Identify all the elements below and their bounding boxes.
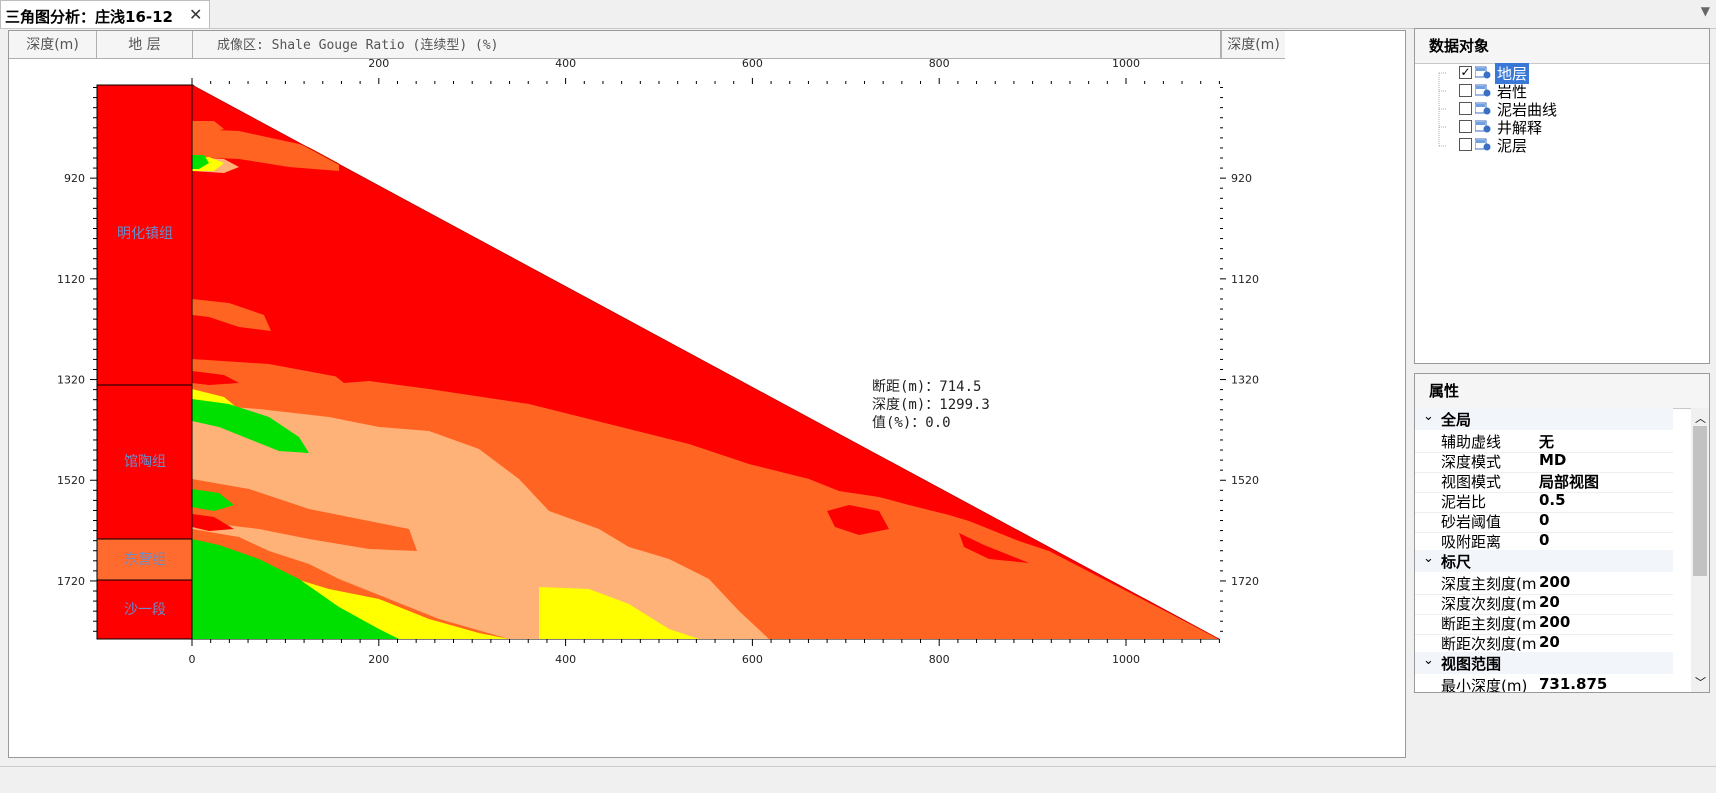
readout-value: 值(%)：0.0 bbox=[872, 415, 951, 431]
x-top-tick-label: 400 bbox=[555, 59, 576, 70]
layer-icon bbox=[1475, 120, 1491, 133]
chevron-down-icon[interactable]: ▼ bbox=[1701, 4, 1710, 18]
properties-panel: 属性 ⌄ 全局 辅助虚线无 深度模式 MD 视图模式 局部视图 泥岩比 0.5 砂岩阈值… bbox=[1414, 373, 1710, 693]
x-top-tick-label: 800 bbox=[929, 59, 950, 70]
section-view-range[interactable]: ⌄ 视图范围 bbox=[1415, 652, 1673, 674]
depth-right-tick-label: 1520 bbox=[1231, 474, 1259, 487]
checkbox-nice[interactable] bbox=[1459, 138, 1472, 151]
scroll-down-icon[interactable]: ﹀ bbox=[1695, 674, 1706, 690]
x-bottom-tick-label: 1000 bbox=[1112, 653, 1140, 666]
stratum-label-dongying: 东营组 bbox=[124, 552, 166, 568]
depth-right-header: 深度(m) bbox=[1221, 31, 1285, 59]
document-tab[interactable]: 三角图分析：庄浅16-12 ✕ bbox=[0, 0, 210, 28]
data-objects-panel: 数据对象 ✓ 地层 岩性 泥岩曲线 井解释 泥层 bbox=[1414, 28, 1710, 364]
layer-icon bbox=[1475, 66, 1491, 79]
tab-title: 三角图分析：庄浅16-12 bbox=[5, 8, 173, 26]
x-top-tick-label: 600 bbox=[742, 59, 763, 70]
property-scrollbar[interactable]: ︿ ﹀ bbox=[1691, 408, 1709, 692]
depth-left-tick-label: 1120 bbox=[57, 273, 85, 286]
tree-label-nice: 泥层 bbox=[1497, 137, 1528, 155]
depth-right-tick-label: 1720 bbox=[1231, 575, 1259, 588]
checkbox-diceng[interactable]: ✓ bbox=[1459, 66, 1472, 79]
depth-right-tick-label: 1320 bbox=[1231, 374, 1259, 387]
imaging-header: 成像区: Shale Gouge Ratio (连续型) (%) bbox=[193, 31, 1221, 59]
x-bottom-tick-label: 400 bbox=[555, 653, 576, 666]
collapse-icon[interactable]: ⌄ bbox=[1423, 653, 1434, 668]
data-objects-title: 数据对象 bbox=[1415, 29, 1709, 64]
scroll-thumb[interactable] bbox=[1693, 426, 1707, 576]
depth-left-tick-label: 920 bbox=[64, 172, 85, 185]
stratum-label-minghuazhen: 明化镇组 bbox=[117, 226, 173, 242]
chart-canvas[interactable]: 200 400 600 800 1000 0 200 400 600 800 1000 920 920 1… bbox=[9, 59, 1405, 757]
prop-row[interactable]: 最小深度(m) 731.875 bbox=[1415, 674, 1673, 692]
x-bottom-tick-label: 200 bbox=[368, 653, 389, 666]
triangle-chart-panel: 深度(m) 地 层 成像区: Shale Gouge Ratio (连续型) (… bbox=[8, 30, 1406, 758]
x-top-tick-label: 1000 bbox=[1112, 59, 1140, 70]
depth-right-tick-label: 1120 bbox=[1231, 273, 1259, 286]
depth-left-tick-label: 1520 bbox=[57, 474, 85, 487]
section-ruler[interactable]: ⌄ 标尺 bbox=[1415, 550, 1673, 572]
x-bottom-tick-label: 800 bbox=[929, 653, 950, 666]
scroll-up-icon[interactable]: ︿ bbox=[1695, 410, 1706, 426]
close-icon[interactable]: ✕ bbox=[189, 5, 202, 24]
properties-title: 属性 bbox=[1415, 374, 1709, 409]
section-global[interactable]: ⌄ 全局 bbox=[1415, 408, 1673, 430]
strata-header: 地 层 bbox=[97, 31, 193, 59]
depth-right-tick-label: 920 bbox=[1231, 172, 1252, 185]
x-bottom-tick-label: 600 bbox=[742, 653, 763, 666]
tab-strip: 三角图分析：庄浅16-12 ✕ ▼ bbox=[0, 0, 1716, 29]
readout-offset: 断距(m)：714.5 bbox=[872, 379, 981, 395]
imaging-header-label: 成像区: Shale Gouge Ratio (连续型) (%) bbox=[217, 38, 499, 53]
collapse-icon[interactable]: ⌄ bbox=[1423, 409, 1434, 424]
x-top-tick-label: 200 bbox=[368, 59, 389, 70]
stratum-label-guantao: 馆陶组 bbox=[124, 454, 166, 470]
status-bar bbox=[0, 766, 1716, 793]
checkbox-yanxing[interactable] bbox=[1459, 84, 1472, 97]
depth-left-tick-label: 1320 bbox=[57, 374, 85, 387]
tree-lines bbox=[1438, 72, 1447, 147]
property-grid: ⌄ 全局 辅助虚线无 深度模式 MD 视图模式 局部视图 泥岩比 0.5 砂岩阈值 0 吸… bbox=[1415, 408, 1691, 692]
x-bottom-tick-label: 0 bbox=[189, 653, 196, 666]
layer-icon bbox=[1475, 138, 1491, 151]
checkbox-niyan-curve[interactable] bbox=[1459, 102, 1472, 115]
layer-icon bbox=[1475, 84, 1491, 97]
checkbox-well-interp[interactable] bbox=[1459, 120, 1472, 133]
stratum-label-shayi: 沙一段 bbox=[124, 602, 166, 618]
readout-depth: 深度(m)：1299.3 bbox=[872, 397, 990, 413]
collapse-icon[interactable]: ⌄ bbox=[1423, 551, 1434, 566]
ratio-field bbox=[191, 84, 1220, 640]
strata-column: 明化镇组 馆陶组 东营组 沙一段 bbox=[96, 84, 193, 640]
depth-left-header: 深度(m) bbox=[9, 31, 97, 59]
data-objects-tree: ✓ 地层 岩性 泥岩曲线 井解释 泥层 bbox=[1415, 63, 1709, 363]
layer-icon bbox=[1475, 102, 1491, 115]
depth-left-tick-label: 1720 bbox=[57, 575, 85, 588]
